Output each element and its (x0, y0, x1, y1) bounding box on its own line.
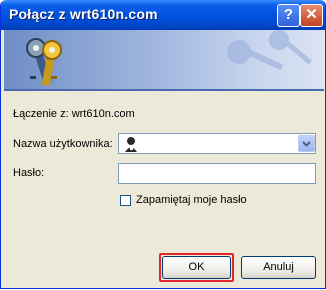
remember-password-label[interactable]: Zapamiętaj moje hasło (136, 194, 247, 206)
password-label: Hasło: (13, 167, 45, 179)
login-dialog: Połącz z wrt610n.com ? ✕ Łączenie z: wrt… (0, 0, 326, 289)
close-button[interactable]: ✕ (300, 4, 323, 27)
window-title: Połącz z wrt610n.com (9, 6, 158, 22)
dialog-banner (4, 30, 324, 91)
banner-keys-watermark (227, 30, 312, 71)
username-dropdown-button[interactable] (298, 135, 315, 152)
title-bar[interactable]: Połącz z wrt610n.com ? ✕ (1, 0, 325, 30)
connecting-label: Łączenie z: wrt610n.com (13, 108, 135, 120)
cancel-button[interactable]: Anuluj (241, 256, 316, 279)
help-button[interactable]: ? (277, 4, 300, 27)
chevron-down-icon (302, 141, 311, 147)
dialog-body: Łączenie z: wrt610n.com Nazwa użytkownik… (4, 91, 324, 288)
remember-password-checkbox[interactable] (120, 195, 131, 206)
username-label: Nazwa użytkownika: (13, 138, 113, 150)
username-combobox[interactable] (118, 133, 316, 154)
user-icon (125, 137, 137, 152)
keys-icon (26, 38, 62, 86)
password-field[interactable] (118, 163, 316, 184)
ok-button[interactable]: OK (162, 256, 231, 279)
